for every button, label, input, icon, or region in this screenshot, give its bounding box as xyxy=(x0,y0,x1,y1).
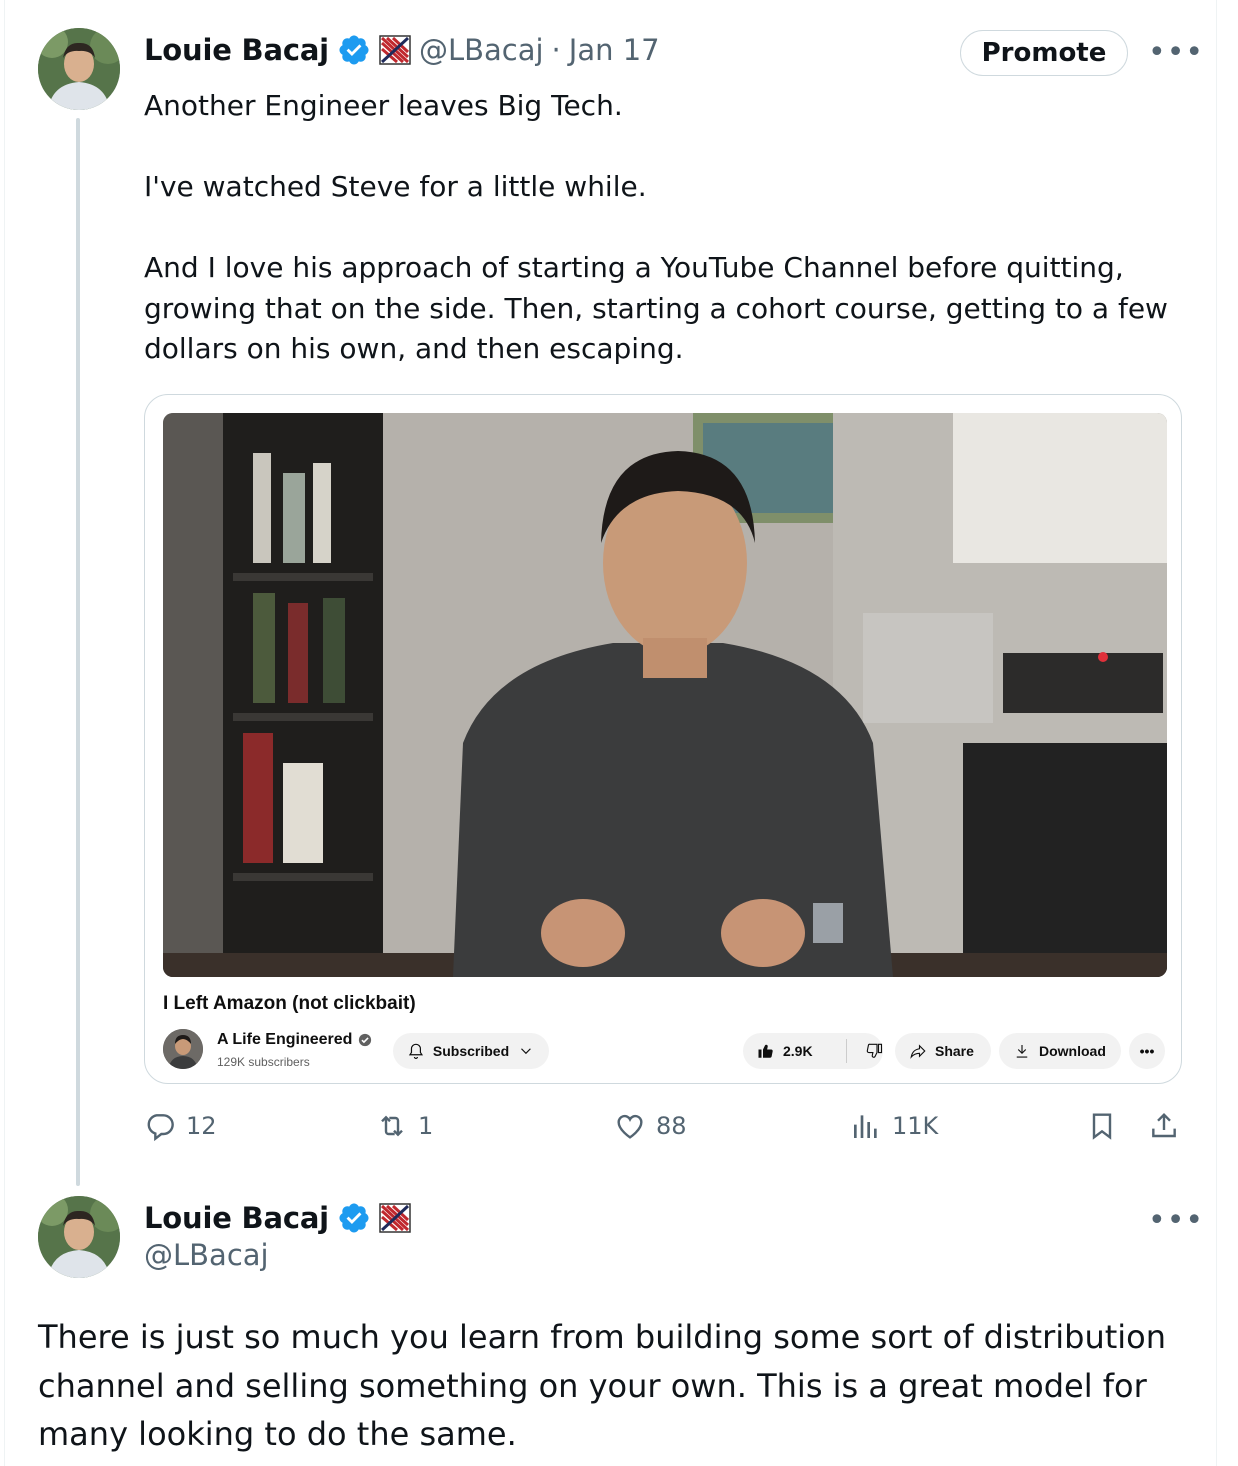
repost-count: 1 xyxy=(418,1112,434,1140)
video-share-button[interactable]: Share xyxy=(895,1033,991,1069)
video-frame-image xyxy=(163,413,1167,977)
reply-text: There is just so much you learn from bui… xyxy=(38,1318,1167,1453)
author-handle[interactable]: @LBacaj xyxy=(419,33,544,67)
tweet-action-bar: 12 1 88 11K xyxy=(144,1110,1184,1154)
flag-emoji-icon xyxy=(379,1203,411,1233)
reply-author-handle[interactable]: @LBacaj xyxy=(144,1238,269,1272)
views-button[interactable]: 11K xyxy=(850,1110,938,1142)
thumbs-down-icon xyxy=(866,1043,883,1058)
share-button[interactable] xyxy=(1148,1110,1180,1142)
repost-icon xyxy=(381,1115,403,1137)
reply-author-name[interactable]: Louie Bacaj xyxy=(144,1201,329,1235)
views-count: 11K xyxy=(892,1112,939,1140)
chevron-down-icon xyxy=(521,1048,531,1055)
tweet-date[interactable]: Jan 17 xyxy=(569,33,660,67)
reply-more-options-icon[interactable]: ••• xyxy=(1148,1206,1204,1236)
video-like-count: 2.9K xyxy=(783,1043,813,1059)
video-download-label: Download xyxy=(1039,1043,1106,1059)
reply-header: Louie Bacaj xyxy=(144,1198,411,1238)
channel-name[interactable]: A Life Engineered xyxy=(217,1031,352,1049)
thumbs-up-icon xyxy=(758,1044,773,1058)
reply-count: 12 xyxy=(186,1112,217,1140)
verified-badge-icon[interactable] xyxy=(337,33,371,67)
channel-subscribers: 129K subscribers xyxy=(217,1055,310,1069)
author-name[interactable]: Louie Bacaj xyxy=(144,33,329,67)
like-dislike-group: 2.9K xyxy=(743,1033,883,1069)
video-more-icon: ••• xyxy=(1139,1043,1155,1059)
forward-arrow-icon xyxy=(910,1044,926,1059)
share-icon xyxy=(1152,1112,1176,1138)
like-divider xyxy=(846,1039,847,1063)
video-more-button[interactable]: ••• xyxy=(1129,1033,1165,1069)
reply-icon xyxy=(147,1114,174,1142)
channel-name-row: A Life Engineered xyxy=(217,1031,372,1049)
subscribed-label: Subscribed xyxy=(432,1043,510,1059)
reply-avatar-photo xyxy=(38,1196,120,1278)
promote-button[interactable]: Promote xyxy=(960,30,1128,76)
download-icon xyxy=(1016,1045,1028,1058)
video-title[interactable]: I Left Amazon (not clickbait) xyxy=(163,993,416,1015)
bookmark-button[interactable] xyxy=(1086,1110,1118,1142)
bell-icon xyxy=(408,1043,424,1059)
flag-emoji-icon xyxy=(379,35,411,65)
channel-avatar-photo xyxy=(163,1029,203,1069)
reply-button[interactable]: 12 xyxy=(144,1110,217,1142)
repost-button[interactable]: 1 xyxy=(376,1110,433,1142)
tweet-header: Louie Bacaj @LBacaj · Jan 17 xyxy=(144,30,660,70)
media-card[interactable]: I Left Amazon (not clickbait) A Life Eng… xyxy=(144,394,1182,1084)
avatar[interactable] xyxy=(38,28,120,110)
thread-connector-line xyxy=(76,118,80,1186)
right-border xyxy=(1216,0,1217,1466)
header-separator: · xyxy=(551,33,561,67)
avatar-photo xyxy=(38,28,120,110)
tweet-text: Another Engineer leaves Big Tech. I've w… xyxy=(144,89,1168,365)
video-share-label: Share xyxy=(935,1043,974,1059)
like-icon xyxy=(617,1114,643,1139)
like-button[interactable]: 88 xyxy=(614,1110,687,1142)
bookmark-icon xyxy=(1092,1113,1112,1140)
views-icon xyxy=(854,1115,877,1138)
video-like-button[interactable]: 2.9K xyxy=(743,1042,838,1060)
video-dislike-button[interactable] xyxy=(855,1042,883,1060)
channel-verified-icon xyxy=(359,1033,372,1047)
left-border xyxy=(4,0,5,1466)
more-options-icon[interactable]: ••• xyxy=(1148,38,1204,68)
like-count: 88 xyxy=(656,1112,687,1140)
video-download-button[interactable]: Download xyxy=(999,1033,1121,1069)
video-thumbnail[interactable] xyxy=(163,413,1167,977)
verified-badge-icon[interactable] xyxy=(337,1201,371,1235)
channel-avatar[interactable] xyxy=(163,1029,203,1069)
reply-avatar[interactable] xyxy=(38,1196,120,1278)
subscribed-button[interactable]: Subscribed xyxy=(393,1033,549,1069)
